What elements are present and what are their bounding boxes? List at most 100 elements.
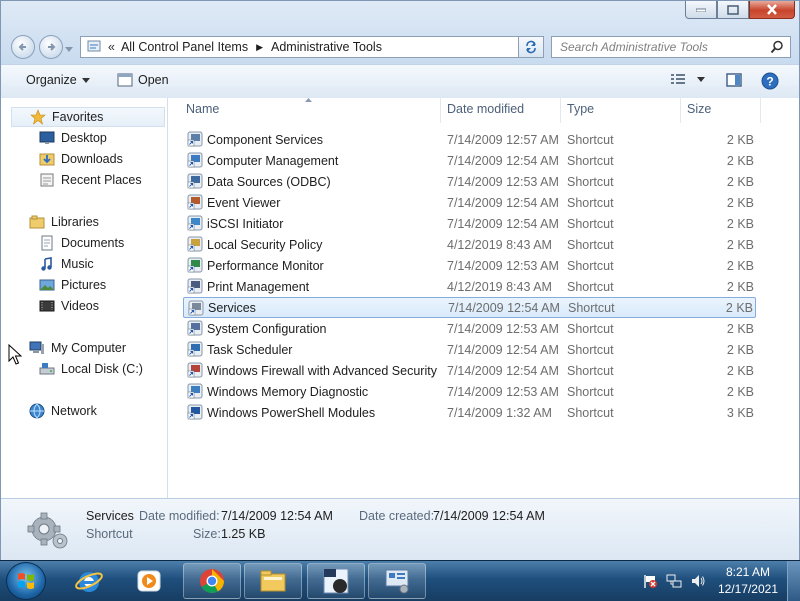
file-row[interactable]: Local Security Policy 4/12/2019 8:43 AM Sh… bbox=[183, 234, 756, 255]
nav-downloads[interactable]: Downloads bbox=[39, 151, 123, 167]
nav-local-disk-c[interactable]: Local Disk (C:) bbox=[39, 361, 143, 377]
search-box[interactable] bbox=[551, 36, 791, 58]
sort-ascending-icon bbox=[305, 98, 312, 102]
details-name: Services bbox=[86, 509, 134, 523]
explorer-window: « All Control Panel Items ▶ Administrati… bbox=[0, 0, 800, 561]
file-type: Shortcut bbox=[567, 216, 614, 231]
address-bar[interactable]: « All Control Panel Items ▶ Administrati… bbox=[80, 36, 544, 58]
file-date-modified: 7/14/2009 12:57 AM bbox=[447, 132, 559, 147]
file-size: 2 KB bbox=[726, 195, 754, 210]
mouse-pointer-icon bbox=[8, 344, 22, 365]
change-view-button[interactable] bbox=[670, 73, 705, 85]
file-date-modified: 4/12/2019 8:43 AM bbox=[447, 279, 552, 294]
file-row[interactable]: Print Management 4/12/2019 8:43 AM Shortcu… bbox=[183, 276, 756, 297]
help-button[interactable]: ? bbox=[761, 72, 779, 90]
shortcut-icon bbox=[187, 278, 203, 294]
taskbar-internet-explorer[interactable] bbox=[60, 563, 118, 599]
control-panel-icon bbox=[86, 38, 102, 57]
nav-pictures-label: Pictures bbox=[61, 278, 107, 292]
chevron-down-icon bbox=[81, 77, 90, 83]
file-name: Local Security Policy bbox=[207, 237, 323, 252]
shortcut-icon bbox=[187, 194, 203, 210]
services-gear-icon bbox=[27, 512, 68, 549]
file-row[interactable]: Data Sources (ODBC) 7/14/2009 12:53 AM Sho… bbox=[183, 171, 756, 192]
nav-recent-places[interactable]: Recent Places bbox=[39, 172, 142, 188]
network-icon[interactable] bbox=[666, 573, 682, 589]
file-row[interactable]: System Configuration 7/14/2009 12:53 AM Sh… bbox=[183, 318, 756, 339]
start-button[interactable] bbox=[6, 562, 46, 600]
file-name: Component Services bbox=[207, 132, 324, 147]
column-header-size[interactable]: Size bbox=[681, 98, 761, 123]
shortcut-icon bbox=[187, 341, 203, 357]
nav-libraries[interactable]: Libraries bbox=[29, 214, 99, 230]
taskbar-control-panel[interactable] bbox=[368, 563, 426, 599]
preview-pane-button[interactable] bbox=[726, 73, 742, 87]
column-header-type-label: Type bbox=[567, 102, 595, 116]
file-size: 2 KB bbox=[726, 216, 754, 231]
back-button[interactable] bbox=[11, 35, 35, 59]
forward-button[interactable] bbox=[39, 35, 63, 59]
column-header-name[interactable]: Name bbox=[180, 98, 441, 123]
file-row[interactable]: iSCSI Initiator 7/14/2009 12:54 AM Shortcu… bbox=[183, 213, 756, 234]
recent-pages-dropdown[interactable] bbox=[65, 42, 75, 52]
breadcrumb-administrative-tools[interactable]: Administrative Tools bbox=[271, 40, 382, 54]
close-button[interactable] bbox=[749, 1, 795, 19]
windows-logo-icon bbox=[18, 573, 34, 589]
file-row[interactable]: Task Scheduler 7/14/2009 12:54 AM Shortcut… bbox=[183, 339, 756, 360]
nav-music[interactable]: Music bbox=[39, 256, 94, 272]
taskbar: 8:21 AM 12/17/2021 bbox=[0, 560, 800, 601]
music-icon bbox=[39, 256, 55, 272]
file-row[interactable]: Event Viewer 7/14/2009 12:54 AM Shortcut 2 … bbox=[183, 192, 756, 213]
taskbar-chrome[interactable] bbox=[183, 563, 241, 599]
action-center-flag-icon[interactable] bbox=[642, 573, 658, 589]
file-name: Windows Firewall with Advanced Security bbox=[207, 363, 437, 378]
search-input[interactable] bbox=[558, 39, 770, 55]
clock[interactable]: 8:21 AM 12/17/2021 bbox=[718, 564, 778, 598]
file-date-modified: 7/14/2009 1:32 AM bbox=[447, 405, 552, 420]
taskbar-media-player[interactable] bbox=[120, 563, 178, 599]
file-type: Shortcut bbox=[567, 132, 614, 147]
media-player-icon bbox=[137, 570, 161, 592]
breadcrumb-separator-icon[interactable]: ▶ bbox=[256, 42, 263, 53]
close-icon bbox=[767, 4, 777, 15]
refresh-button[interactable] bbox=[518, 36, 544, 58]
file-name: Event Viewer bbox=[207, 195, 281, 210]
file-row[interactable]: Windows PowerShell Modules 7/14/2009 1:32… bbox=[183, 402, 756, 423]
search-icon[interactable] bbox=[770, 40, 784, 54]
file-row[interactable]: Services 7/14/2009 12:54 AM Shortcut 2 KB bbox=[183, 297, 756, 318]
taskbar-win10-64-app[interactable] bbox=[307, 563, 365, 599]
file-row[interactable]: Windows Memory Diagnostic 7/14/2009 12:53… bbox=[183, 381, 756, 402]
file-row[interactable]: Performance Monitor 7/14/2009 12:53 AM Sho… bbox=[183, 255, 756, 276]
clock-time: 8:21 AM bbox=[725, 565, 770, 579]
nav-documents[interactable]: Documents bbox=[39, 235, 124, 251]
help-icon: ? bbox=[761, 72, 779, 90]
nav-desktop[interactable]: Desktop bbox=[39, 130, 107, 146]
show-desktop-button[interactable] bbox=[787, 561, 800, 601]
nav-my-computer[interactable]: My Computer bbox=[29, 340, 126, 356]
details-modified-value: 7/14/2009 12:54 AM bbox=[221, 509, 333, 523]
column-header-name-label: Name bbox=[186, 102, 220, 116]
volume-icon[interactable] bbox=[690, 573, 706, 589]
system-tray bbox=[642, 573, 706, 589]
file-row[interactable]: Windows Firewall with Advanced Security 7… bbox=[183, 360, 756, 381]
nav-videos[interactable]: Videos bbox=[39, 298, 99, 314]
nav-network[interactable]: Network bbox=[29, 403, 97, 419]
file-row[interactable]: Component Services 7/14/2009 12:57 AM Shor… bbox=[183, 129, 756, 150]
file-name: Print Management bbox=[207, 279, 310, 294]
open-button[interactable]: Open bbox=[117, 73, 169, 87]
file-size: 2 KB bbox=[726, 153, 754, 168]
file-type: Shortcut bbox=[567, 363, 614, 378]
nav-favorites[interactable]: Favorites bbox=[11, 107, 165, 127]
minimize-button[interactable] bbox=[685, 1, 717, 19]
nav-desktop-label: Desktop bbox=[61, 131, 107, 145]
column-header-type[interactable]: Type bbox=[561, 98, 681, 123]
shortcut-icon bbox=[187, 404, 203, 420]
nav-pictures[interactable]: Pictures bbox=[39, 277, 106, 293]
address-overflow-chevron[interactable]: « bbox=[108, 40, 115, 54]
organize-button[interactable]: Organize bbox=[26, 73, 90, 87]
breadcrumb-all-control-panel-items[interactable]: All Control Panel Items bbox=[121, 40, 248, 54]
maximize-button[interactable] bbox=[717, 1, 749, 19]
file-row[interactable]: Computer Management 7/14/2009 12:54 AM Sho… bbox=[183, 150, 756, 171]
taskbar-file-explorer[interactable] bbox=[244, 563, 302, 599]
column-header-date[interactable]: Date modified bbox=[441, 98, 561, 123]
